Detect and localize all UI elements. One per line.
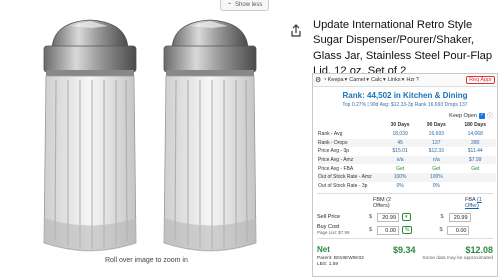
divider bbox=[317, 238, 493, 240]
sell-price-fbm-input[interactable]: 20.99 bbox=[377, 212, 399, 222]
chevron-down-icon: ▾ bbox=[344, 77, 348, 83]
dollar-sign: $ bbox=[440, 214, 444, 221]
buy-cost-fbm-input[interactable]: 0.00 bbox=[377, 225, 399, 235]
tab-keepa[interactable]: ◔ Keepa ▾ bbox=[323, 77, 347, 83]
table-row: Out of Stock Rate - Amz 100% 100% bbox=[318, 172, 496, 182]
keepa-logo-icon: ◔ bbox=[323, 77, 327, 83]
keep-open-label: Keep Open bbox=[449, 112, 477, 119]
product-title: Update International Retro Style Sugar D… bbox=[313, 19, 493, 78]
fba-header: FBA (1 Offer) bbox=[464, 197, 482, 210]
rank-label: Rank: bbox=[342, 91, 365, 100]
fbm-toggle[interactable]: ▾ bbox=[402, 213, 411, 222]
buy-cost-row: Buy Cost Page List: $7.99 $ 0.00 % $ 0.0… bbox=[313, 224, 497, 236]
sell-price-fba-input[interactable]: 20.99 bbox=[448, 212, 471, 222]
sales-rank: Rank: 44,502 in Kitchen & Dining bbox=[313, 91, 497, 100]
stats-table: 30 Days 90 Days 180 Days Rank - Avg 18,0… bbox=[318, 122, 496, 190]
net-fba-value: $12.08 bbox=[465, 244, 493, 255]
sugar-shaker-image-right bbox=[150, 18, 270, 260]
checkbox-icon[interactable] bbox=[478, 112, 485, 119]
dollar-sign: $ bbox=[369, 214, 373, 221]
tab-links[interactable]: Links ▾ bbox=[388, 77, 405, 83]
table-row: Out of Stock Rate - 3p 0% 0% bbox=[318, 182, 440, 189]
calc-header: FBM (2 Offers) FBA (1 Offer) bbox=[313, 197, 497, 209]
table-row: Price Avg - 3p $15.01 $12.33 $11.44 bbox=[318, 148, 483, 155]
keepa-panel: ⚙ ◔ Keepa ▾ Camel ▾ Calc ▾ Links ▾ Hzr? Req A… bbox=[312, 73, 498, 277]
dollar-sign: $ bbox=[369, 227, 373, 234]
sell-price-label: Sell Price bbox=[317, 214, 341, 221]
product-image-gallery[interactable] bbox=[0, 12, 300, 264]
tab-calc[interactable]: Calc ▾ bbox=[371, 77, 386, 83]
percent-toggle[interactable]: % bbox=[402, 226, 413, 235]
net-row: Net $9.34 $12.08 bbox=[313, 243, 497, 256]
keepa-toolbar: ⚙ ◔ Keepa ▾ Camel ▾ Calc ▾ Links ▾ Hzr? Req A… bbox=[313, 74, 497, 87]
rank-value: 44,502 in Kitchen & Dining bbox=[367, 91, 468, 100]
sugar-shaker-image-left bbox=[30, 18, 150, 260]
net-fbm-value: $9.34 bbox=[393, 244, 416, 255]
keep-open-toggle[interactable]: Keep Open ⓘ bbox=[313, 111, 497, 121]
sell-price-row: Sell Price $ 20.99 ▾ $ 20.99 bbox=[313, 212, 497, 222]
stats-header-row: 30 Days 90 Days 180 Days bbox=[390, 122, 487, 128]
table-row: Rank - Drops 45 137 280 bbox=[318, 138, 496, 148]
weight-lbs: LBS: 1.59 bbox=[317, 262, 339, 268]
tab-hzr[interactable]: Hzr? bbox=[406, 77, 419, 83]
table-row: Rank - Avg 18,039 16,693 14,068 bbox=[318, 131, 483, 138]
chevron-up-icon: ⌃ bbox=[227, 2, 233, 9]
net-label: Net bbox=[317, 245, 330, 255]
buy-cost-label: Buy Cost Page List: $7.99 bbox=[317, 224, 350, 236]
share-icon[interactable] bbox=[289, 24, 303, 38]
top-bar: ⌃ Show less bbox=[0, 0, 500, 12]
calc-footer: Some data may be approximated Parent: B0… bbox=[313, 256, 497, 268]
buy-cost-sub: Page List: $7.99 bbox=[317, 230, 350, 236]
zoom-hint: Roll over image to zoom in bbox=[105, 257, 188, 264]
fbm-header: FBM (2 Offers) bbox=[373, 197, 392, 210]
chevron-down-icon: ▾ bbox=[401, 77, 405, 83]
gear-icon[interactable]: ⚙ bbox=[315, 76, 321, 84]
table-row: Price Avg - FBA Get Get Get bbox=[318, 165, 480, 172]
chevron-down-icon: ▾ bbox=[366, 77, 369, 83]
rank-info: Top 0.27% | 90d Avg: $12.33-3p Rank 16,6… bbox=[342, 102, 468, 108]
divider bbox=[317, 193, 493, 195]
question-icon: ? bbox=[415, 77, 419, 83]
info-icon: ⓘ bbox=[486, 114, 493, 120]
table-row: Price Avg - Amz n/a n/a $7.99 bbox=[318, 155, 496, 165]
show-less-label: Show less bbox=[235, 2, 263, 8]
chevron-down-icon: ▾ bbox=[382, 77, 386, 83]
approx-note: Some data may be approximated bbox=[422, 256, 493, 262]
tab-camel[interactable]: Camel ▾ bbox=[349, 77, 369, 83]
req-appr-button[interactable]: Req Appr bbox=[466, 76, 495, 84]
dollar-sign: $ bbox=[439, 227, 443, 234]
buy-cost-fba-input[interactable]: 0.00 bbox=[447, 225, 470, 235]
show-less-button[interactable]: ⌃ Show less bbox=[220, 0, 270, 11]
